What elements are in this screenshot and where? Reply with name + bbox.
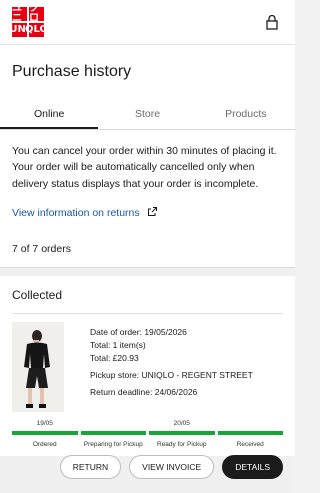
top-header: ユニ クロ UNI QLO bbox=[0, 0, 295, 45]
progress-step-bar bbox=[217, 430, 283, 435]
pickup-store: Pickup store: UNIQLO - REGENT STREET bbox=[90, 369, 253, 380]
progress-step-date: 20/05 bbox=[173, 419, 190, 427]
progress-step-date bbox=[218, 420, 284, 430]
order-total-price: Total: £20.93 bbox=[90, 352, 139, 363]
progress-step-bar bbox=[80, 430, 146, 435]
tab-products[interactable]: Products bbox=[197, 100, 295, 129]
delivery-progress: 19/05 Ordered Preparing for Pickup 20/05… bbox=[12, 420, 283, 449]
progress-step-label: Received bbox=[236, 440, 264, 448]
logo-tile-4: QLO bbox=[24, 23, 49, 37]
returns-info-link-label[interactable]: View information on returns bbox=[12, 207, 140, 219]
logo-tile-2: クロ bbox=[29, 4, 44, 24]
view-invoice-button[interactable]: VIEW INVOICE bbox=[129, 454, 215, 479]
progress-step-date bbox=[81, 420, 147, 430]
order-total-items: Total: 1 item(s) bbox=[90, 339, 146, 350]
title-bar: Purchase history bbox=[0, 45, 295, 100]
progress-step-date: 19/05 bbox=[36, 419, 53, 427]
progress-step-label: Preparing for Pickup bbox=[83, 440, 143, 448]
order-summary: Date of order: 19/05/2026 Total: 1 item(… bbox=[12, 314, 283, 412]
progress-step: Preparing for Pickup bbox=[80, 420, 147, 449]
external-link-icon bbox=[147, 206, 157, 219]
details-button[interactable]: DETAILS bbox=[222, 454, 283, 479]
progress-step-label: Ordered bbox=[32, 440, 57, 448]
order-status: Collected bbox=[12, 276, 283, 314]
purchase-history-page: ユニ クロ UNI QLO Purchase history Online St… bbox=[0, 0, 295, 493]
order-actions: RETURN VIEW INVOICE DETAILS bbox=[12, 454, 283, 479]
order-details: Date of order: 19/05/2026 Total: 1 item(… bbox=[90, 322, 253, 412]
lock-icon[interactable] bbox=[265, 13, 279, 31]
order-card: Collected Date of order: 19/05/2026 Tota… bbox=[0, 275, 295, 479]
cancellation-message: You can cancel your order within 30 minu… bbox=[12, 145, 277, 190]
cancellation-info: You can cancel your order within 30 minu… bbox=[0, 130, 295, 229]
progress-step-bar bbox=[12, 430, 78, 435]
progress-step-label: Ready for Pickup bbox=[157, 440, 207, 448]
tab-online[interactable]: Online bbox=[0, 100, 99, 129]
logo-tile-1: ユニ bbox=[12, 4, 27, 24]
return-button[interactable]: RETURN bbox=[59, 454, 122, 479]
returns-info-link[interactable]: View information on returns bbox=[12, 206, 283, 219]
uniqlo-logo[interactable]: ユニ クロ UNI QLO bbox=[9, 4, 49, 37]
tab-store[interactable]: Store bbox=[98, 100, 196, 129]
order-date: Date of order: 19/05/2026 bbox=[90, 326, 187, 337]
history-tabs: Online Store Products bbox=[0, 100, 295, 130]
return-deadline: Return deadline: 24/06/2026 bbox=[90, 386, 198, 397]
progress-step: 20/05 Ready for Pickup bbox=[149, 420, 215, 449]
progress-step-bar bbox=[149, 430, 215, 435]
page-title: Purchase history bbox=[12, 63, 132, 80]
product-thumbnail[interactable] bbox=[12, 321, 64, 412]
progress-step: Received bbox=[217, 420, 284, 449]
order-count: 7 of 7 orders bbox=[0, 228, 295, 268]
progress-step: 19/05 Ordered bbox=[12, 420, 78, 449]
